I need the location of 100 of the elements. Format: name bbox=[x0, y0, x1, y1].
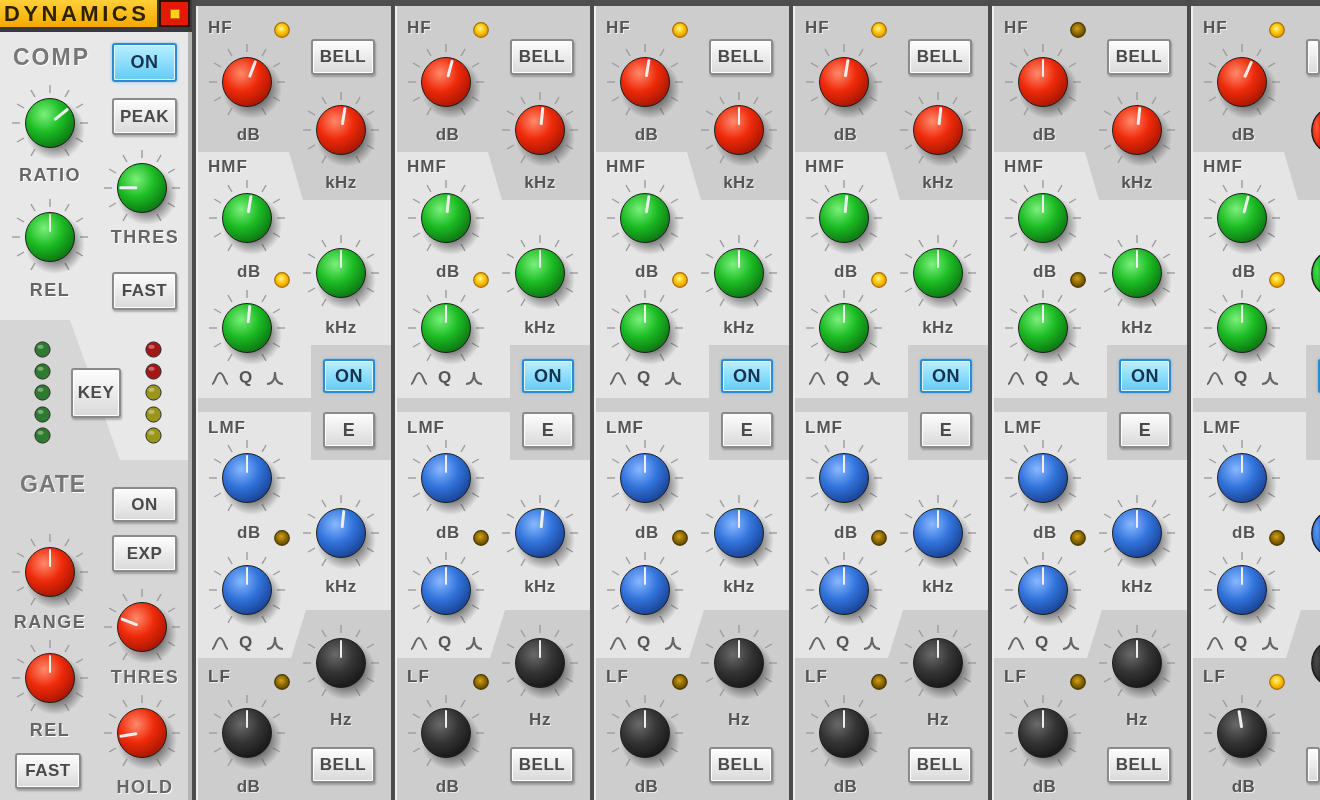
band-label: LF bbox=[407, 667, 430, 687]
knob-label: dB bbox=[834, 262, 858, 282]
knob-label: THRES bbox=[110, 227, 180, 247]
on-button[interactable]: ON bbox=[112, 487, 177, 522]
knob-label: RANGE bbox=[13, 612, 87, 632]
section-title: COMP bbox=[13, 44, 90, 70]
e-button[interactable]: E bbox=[721, 412, 773, 448]
knob-label: Hz bbox=[927, 710, 949, 730]
knob-label: kHz bbox=[1121, 173, 1153, 193]
knob-label: Hz bbox=[728, 710, 750, 730]
band-label: HMF bbox=[407, 157, 447, 177]
knob-label: dB bbox=[1232, 262, 1256, 282]
band-label: LF bbox=[1203, 667, 1226, 687]
knob-label: dB bbox=[435, 125, 460, 145]
band-label: LF bbox=[1004, 667, 1027, 687]
knob-label: RATIO bbox=[18, 165, 82, 185]
knob-label: kHz bbox=[723, 577, 755, 597]
knob-label: kHz bbox=[325, 173, 357, 193]
bell-button[interactable] bbox=[1306, 39, 1320, 75]
toggle-button[interactable] bbox=[159, 0, 190, 27]
rotary-knob[interactable] bbox=[1311, 254, 1320, 292]
fast-button[interactable]: FAST bbox=[112, 272, 177, 310]
narrow-peak-icon bbox=[1261, 636, 1280, 650]
band-label: HMF bbox=[1004, 157, 1044, 177]
narrow-peak-icon bbox=[1062, 371, 1081, 385]
e-button[interactable]: E bbox=[323, 412, 375, 448]
bell-button[interactable]: BELL bbox=[709, 39, 773, 75]
wide-curve-icon bbox=[808, 636, 826, 650]
knob-label: kHz bbox=[325, 577, 357, 597]
band-label: HF bbox=[1004, 18, 1029, 38]
rotary-knob[interactable] bbox=[1311, 644, 1320, 682]
peak-button[interactable]: PEAK bbox=[112, 98, 177, 135]
knob-label: dB bbox=[237, 523, 261, 543]
bell-button[interactable]: BELL bbox=[709, 747, 773, 783]
knob-label: dB bbox=[1231, 125, 1256, 145]
band-label: HF bbox=[805, 18, 830, 38]
band-label: HF bbox=[1203, 18, 1228, 38]
band-label: HF bbox=[208, 18, 233, 38]
narrow-peak-icon bbox=[1261, 371, 1280, 385]
bell-button[interactable]: BELL bbox=[311, 747, 375, 783]
knob-label: dB bbox=[635, 523, 659, 543]
q-label: Q bbox=[239, 368, 253, 388]
bell-button[interactable]: BELL bbox=[1107, 39, 1171, 75]
on-button[interactable]: ON bbox=[721, 359, 773, 393]
knob-label: dB bbox=[1232, 523, 1256, 543]
bell-button[interactable]: BELL bbox=[510, 747, 574, 783]
wide-curve-icon bbox=[609, 371, 627, 385]
narrow-peak-icon bbox=[266, 636, 285, 650]
knob-label: dB bbox=[237, 262, 261, 282]
e-button[interactable]: E bbox=[522, 412, 574, 448]
q-label: Q bbox=[1234, 633, 1248, 653]
bell-button[interactable]: BELL bbox=[1107, 747, 1171, 783]
knob-label: REL bbox=[29, 720, 71, 740]
square-icon bbox=[169, 8, 180, 19]
bell-button[interactable]: BELL bbox=[908, 39, 972, 75]
knob-label: dB bbox=[833, 125, 858, 145]
on-button[interactable]: ON bbox=[323, 359, 375, 393]
on-button[interactable]: ON bbox=[112, 43, 177, 82]
knob-label: dB bbox=[436, 523, 460, 543]
knob-label: kHz bbox=[922, 318, 954, 338]
knob-label: kHz bbox=[1121, 577, 1153, 597]
on-button[interactable]: ON bbox=[522, 359, 574, 393]
wide-curve-icon bbox=[1206, 636, 1224, 650]
band-label: LMF bbox=[407, 418, 445, 438]
q-label: Q bbox=[637, 633, 651, 653]
panel-title: DYNAMICS bbox=[0, 0, 157, 27]
bell-button[interactable]: BELL bbox=[510, 39, 574, 75]
wide-curve-icon bbox=[410, 636, 428, 650]
narrow-peak-icon bbox=[863, 371, 882, 385]
rotary-knob[interactable] bbox=[1311, 111, 1320, 149]
on-button[interactable]: ON bbox=[920, 359, 972, 393]
on-button[interactable]: ON bbox=[1119, 359, 1171, 393]
knob-label: dB bbox=[436, 262, 460, 282]
bell-button[interactable]: BELL bbox=[908, 747, 972, 783]
narrow-peak-icon bbox=[465, 371, 484, 385]
knob-label: Hz bbox=[330, 710, 352, 730]
exp-button[interactable]: EXP bbox=[112, 535, 177, 572]
band-label: HMF bbox=[805, 157, 845, 177]
bell-button[interactable] bbox=[1306, 747, 1320, 783]
knob-label: dB bbox=[435, 777, 460, 797]
narrow-peak-icon bbox=[664, 371, 683, 385]
q-label: Q bbox=[1234, 368, 1248, 388]
bell-button[interactable]: BELL bbox=[311, 39, 375, 75]
knob-label: kHz bbox=[524, 318, 556, 338]
e-button[interactable]: E bbox=[920, 412, 972, 448]
wide-curve-icon bbox=[211, 371, 229, 385]
knob-label: kHz bbox=[922, 173, 954, 193]
knob-label: dB bbox=[635, 262, 659, 282]
section-title: GATE bbox=[20, 471, 87, 497]
fast-button[interactable]: FAST bbox=[15, 753, 81, 789]
e-button[interactable]: E bbox=[1119, 412, 1171, 448]
band-label: LMF bbox=[1203, 418, 1241, 438]
wide-curve-icon bbox=[609, 636, 627, 650]
key-button[interactable]: KEY bbox=[71, 368, 121, 418]
rotary-knob[interactable] bbox=[1311, 514, 1320, 552]
band-label: LMF bbox=[1004, 418, 1042, 438]
q-label: Q bbox=[1035, 368, 1049, 388]
q-label: Q bbox=[836, 368, 850, 388]
band-label: HMF bbox=[208, 157, 248, 177]
narrow-peak-icon bbox=[664, 636, 683, 650]
